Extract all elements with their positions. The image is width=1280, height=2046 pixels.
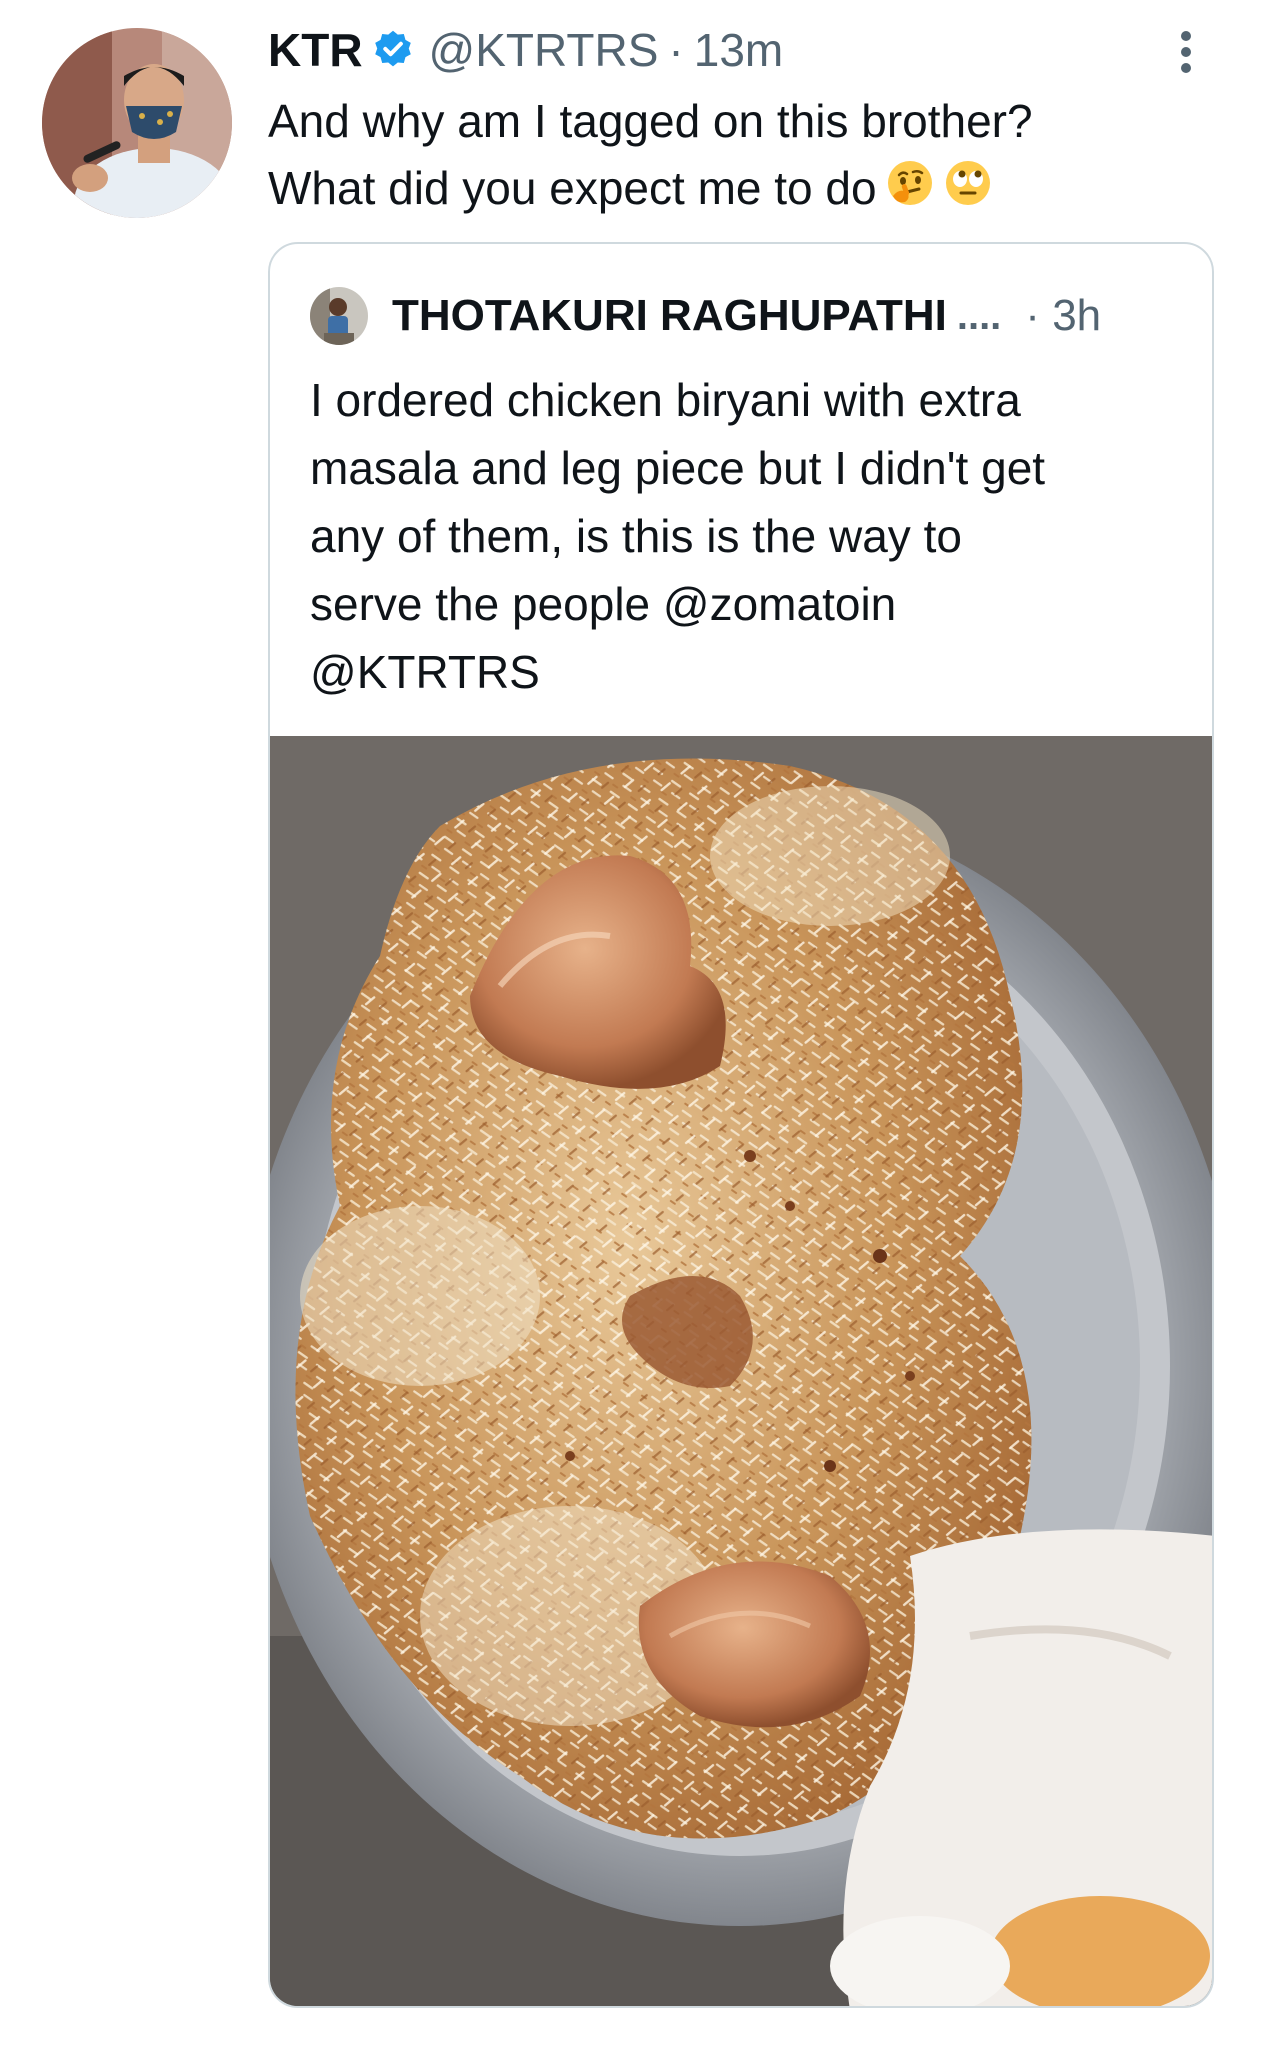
quoted-text-line: I ordered chicken biryani with extra [310,374,1021,426]
quoted-author-avatar[interactable] [310,287,368,345]
tweet-text-line: And why am I tagged on this brother? [268,95,1033,147]
quoted-tweet-time: 3h [1052,291,1102,340]
verified-badge-icon [371,28,415,72]
quoted-tweet-text: I ordered chicken biryani with extra mas… [310,366,1190,706]
tweet-text-line-with-emoji: What did you expect me to do [268,155,1168,226]
quoted-text-line: masala and leg piece but I didn't get [310,442,1046,494]
tweet-header: KTR @KTRTRS · 13m [268,22,783,78]
quoted-tweet-card[interactable]: THOTAKURI RAGHUPATHI .... · 3h I ordered… [268,242,1214,2008]
thinking-face-emoji-icon [885,158,935,226]
quoted-text-line: any of them, is this is the way to [310,510,962,562]
author-name[interactable]: KTR [268,23,363,77]
quoted-text-line: serve the people @zomatoin [310,578,897,630]
author-avatar[interactable] [42,28,232,218]
quoted-tweet-header: THOTAKURI RAGHUPATHI .... · 3h [310,286,1190,346]
tweet-text: And why am I tagged on this brother? Wha… [268,88,1168,226]
author-handle[interactable]: @KTRTRS [429,23,659,77]
separator-dot: · [668,24,684,76]
tweet-text-line: What did you expect me to do [268,162,877,214]
more-options-icon[interactable] [1174,28,1198,76]
truncation-ellipsis: .... [956,293,1002,338]
separator-dot: · [1025,291,1040,340]
biryani-photo[interactable] [270,736,1212,2006]
face-with-rolling-eyes-emoji-icon [943,158,993,226]
quoted-text-line: @KTRTRS [310,646,540,698]
tweet-timestamp[interactable]: 13m [694,23,783,77]
quoted-tweet-timestamp: · 3h [1025,291,1101,341]
quoted-author-name[interactable]: THOTAKURI RAGHUPATHI [392,291,947,341]
